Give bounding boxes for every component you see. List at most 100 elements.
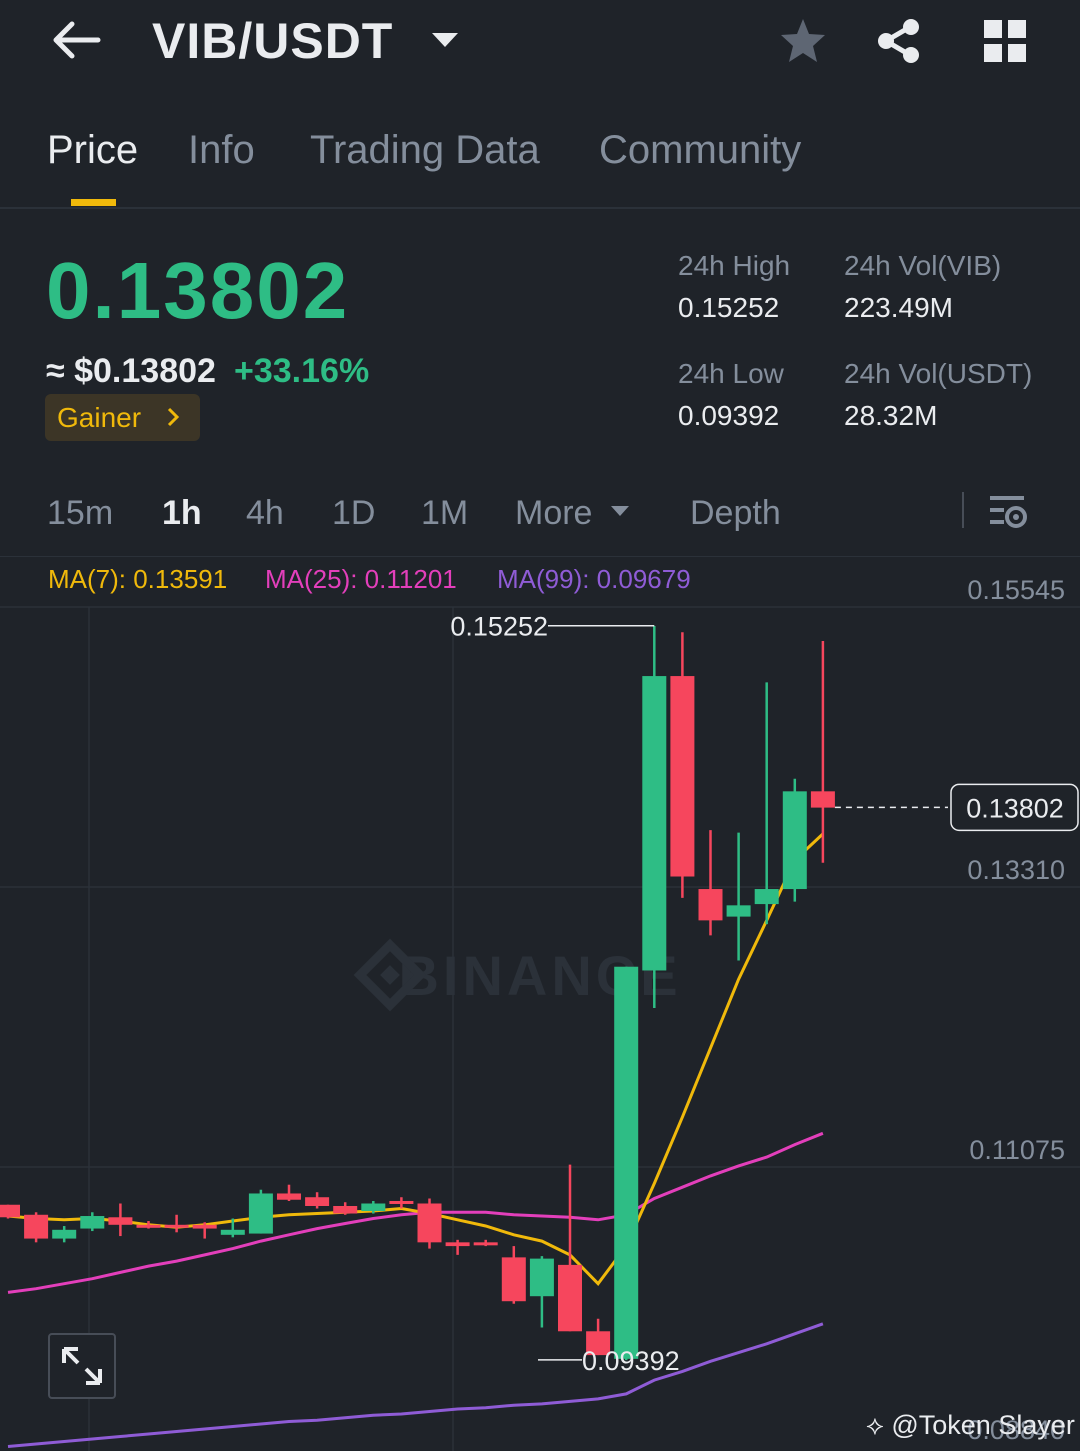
candle — [80, 1212, 105, 1232]
interval-4h[interactable]: 4h — [246, 494, 284, 533]
tab-price[interactable]: Price — [47, 128, 138, 173]
chart-settings-icon[interactable] — [986, 490, 1030, 534]
interval-more[interactable]: More — [515, 494, 592, 533]
high-value: 0.15252 — [678, 292, 780, 323]
candle-body — [558, 1264, 582, 1332]
low-value: 0.09392 — [678, 400, 780, 431]
last-price: 0.13802 — [46, 246, 350, 335]
interval-1h[interactable]: 1h — [162, 494, 202, 533]
vol-quote-value: 28.32M — [844, 400, 938, 431]
gainer-badge[interactable]: Gainer — [45, 394, 200, 441]
expand-icon[interactable] — [48, 1333, 116, 1399]
share-icon[interactable] — [874, 16, 924, 66]
price-change-percent: +33.16% — [234, 352, 370, 390]
candle — [248, 1189, 273, 1234]
low-marker-label: 0.09392 — [582, 1346, 680, 1376]
candle-body — [614, 966, 639, 1359]
candle-body — [445, 1242, 470, 1247]
y-axis-label: 0.15545 — [967, 575, 1065, 605]
candle-body — [108, 1217, 133, 1225]
y-axis-label: 0.11075 — [969, 1135, 1065, 1165]
active-tab-indicator — [71, 199, 116, 206]
candle — [277, 1184, 301, 1201]
depth-tab[interactable]: Depth — [690, 494, 781, 533]
candle — [810, 640, 835, 863]
tab-info[interactable]: Info — [188, 128, 255, 173]
candle — [24, 1212, 49, 1243]
candle — [0, 1204, 20, 1219]
back-arrow-icon[interactable] — [48, 18, 102, 62]
candle — [473, 1239, 498, 1247]
candle — [501, 1246, 526, 1304]
high-marker-label: 0.15252 — [450, 612, 548, 642]
y-axis-label: 0.13310 — [967, 855, 1065, 885]
candle — [305, 1192, 330, 1209]
candle — [754, 682, 779, 925]
grid-icon[interactable] — [982, 18, 1028, 64]
candle — [726, 832, 751, 961]
last-price-tag-label: 0.13802 — [966, 793, 1064, 823]
watermark-text: BINANCE — [398, 944, 681, 1007]
credit-watermark: ⟡ @Token Slayer — [866, 1410, 1075, 1442]
candle-body — [0, 1204, 20, 1218]
usd-price: ≈ $0.13802 — [46, 352, 216, 390]
candle — [614, 966, 639, 1361]
candle-body — [501, 1257, 526, 1302]
candle — [417, 1198, 442, 1249]
candle-body — [361, 1203, 386, 1212]
candle — [333, 1202, 358, 1215]
candle-body — [24, 1214, 49, 1239]
divider — [962, 492, 964, 528]
pair-title[interactable]: VIB/USDT — [152, 12, 393, 70]
tab-trading-data[interactable]: Trading Data — [310, 128, 540, 173]
candle-body — [220, 1229, 245, 1235]
caret-down-icon[interactable] — [430, 30, 460, 50]
candle-body — [248, 1193, 273, 1234]
candle — [108, 1203, 133, 1237]
candle-body — [670, 676, 695, 877]
binance-diamond-icon: ⟡ — [866, 1410, 892, 1440]
candle-body — [136, 1224, 161, 1228]
chevron-right-icon — [165, 406, 181, 428]
low-label: 24h Low — [678, 358, 784, 389]
candle — [782, 778, 807, 902]
candle-body — [333, 1206, 358, 1214]
caret-down-icon[interactable] — [610, 504, 630, 518]
candle — [445, 1239, 470, 1255]
credit-text: @Token Slayer — [891, 1410, 1075, 1440]
candle-body — [417, 1203, 442, 1243]
candle-body — [810, 791, 835, 808]
interval-1d[interactable]: 1D — [332, 494, 375, 533]
candle-body — [192, 1224, 217, 1229]
candle-body — [389, 1200, 414, 1204]
vol-quote-label: 24h Vol(USDT) — [844, 358, 1033, 389]
ma99-line — [7, 1322, 824, 1448]
candle-body — [754, 889, 779, 905]
star-icon[interactable] — [778, 16, 828, 66]
gainer-label: Gainer — [57, 402, 142, 433]
candle-body — [642, 676, 667, 971]
tabs-divider — [0, 207, 1080, 209]
interval-15m[interactable]: 15m — [47, 494, 113, 533]
candle — [52, 1226, 77, 1243]
ma25-line — [7, 1131, 824, 1294]
candle-body — [80, 1216, 105, 1229]
candle-body — [164, 1224, 189, 1228]
candle — [670, 632, 695, 898]
candle-body — [782, 791, 807, 890]
header: VIB/USDT — [0, 0, 1080, 90]
tab-community[interactable]: Community — [599, 128, 801, 173]
candle-body — [277, 1193, 301, 1200]
candle-body — [473, 1242, 498, 1246]
vol-base-value: 223.49M — [844, 292, 953, 323]
candle-body — [305, 1197, 330, 1207]
candle-body — [52, 1229, 77, 1239]
vol-base-label: 24h Vol(VIB) — [844, 250, 1002, 281]
candle — [529, 1256, 554, 1328]
high-label: 24h High — [678, 250, 791, 281]
candle-body — [529, 1258, 554, 1297]
candle — [698, 830, 723, 936]
interval-1m[interactable]: 1M — [421, 494, 468, 533]
candlestick-chart[interactable]: BINANCE 0.155450.133100.110750.08840 0.1… — [0, 557, 1080, 1451]
candle — [558, 1164, 582, 1332]
